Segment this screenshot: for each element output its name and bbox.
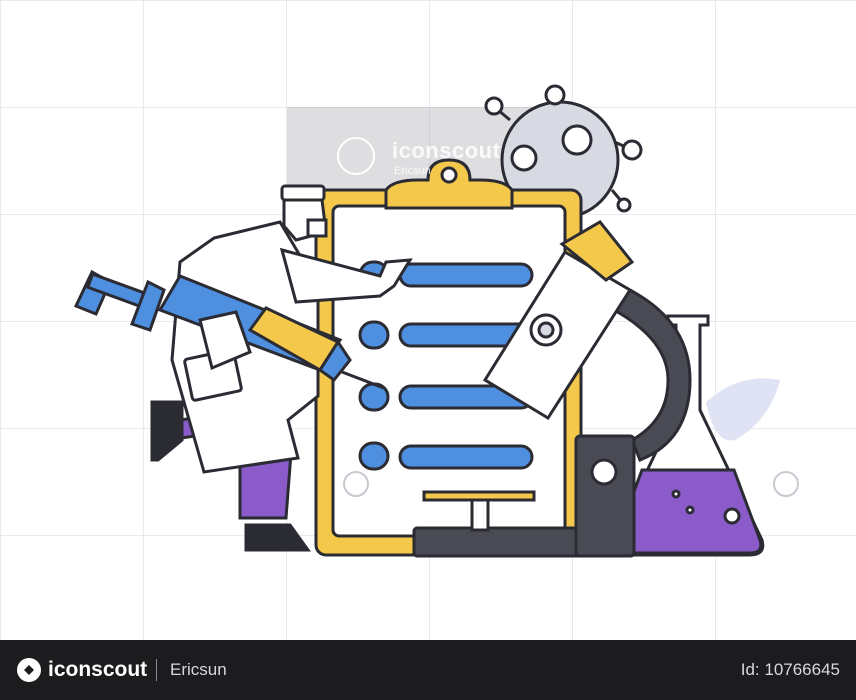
watermark-brand: iconscout (392, 138, 501, 163)
footer-brand[interactable]: iconscout (48, 658, 147, 682)
footer-author[interactable]: Ericsun (170, 660, 227, 680)
footer-divider (156, 659, 157, 681)
leaf-decoration (706, 378, 780, 441)
iconscout-logo-icon (17, 658, 41, 682)
footer-bar: iconscout Ericsun Id: 10766645 (0, 640, 856, 700)
medical-research-illustration (73, 84, 799, 558)
footer-asset-id: Id: 10766645 (740, 660, 840, 679)
watermark-author: Ericsun (394, 165, 431, 177)
illustration-canvas: iconscout Ericsun iconscout Ericsun Id: … (0, 0, 856, 700)
